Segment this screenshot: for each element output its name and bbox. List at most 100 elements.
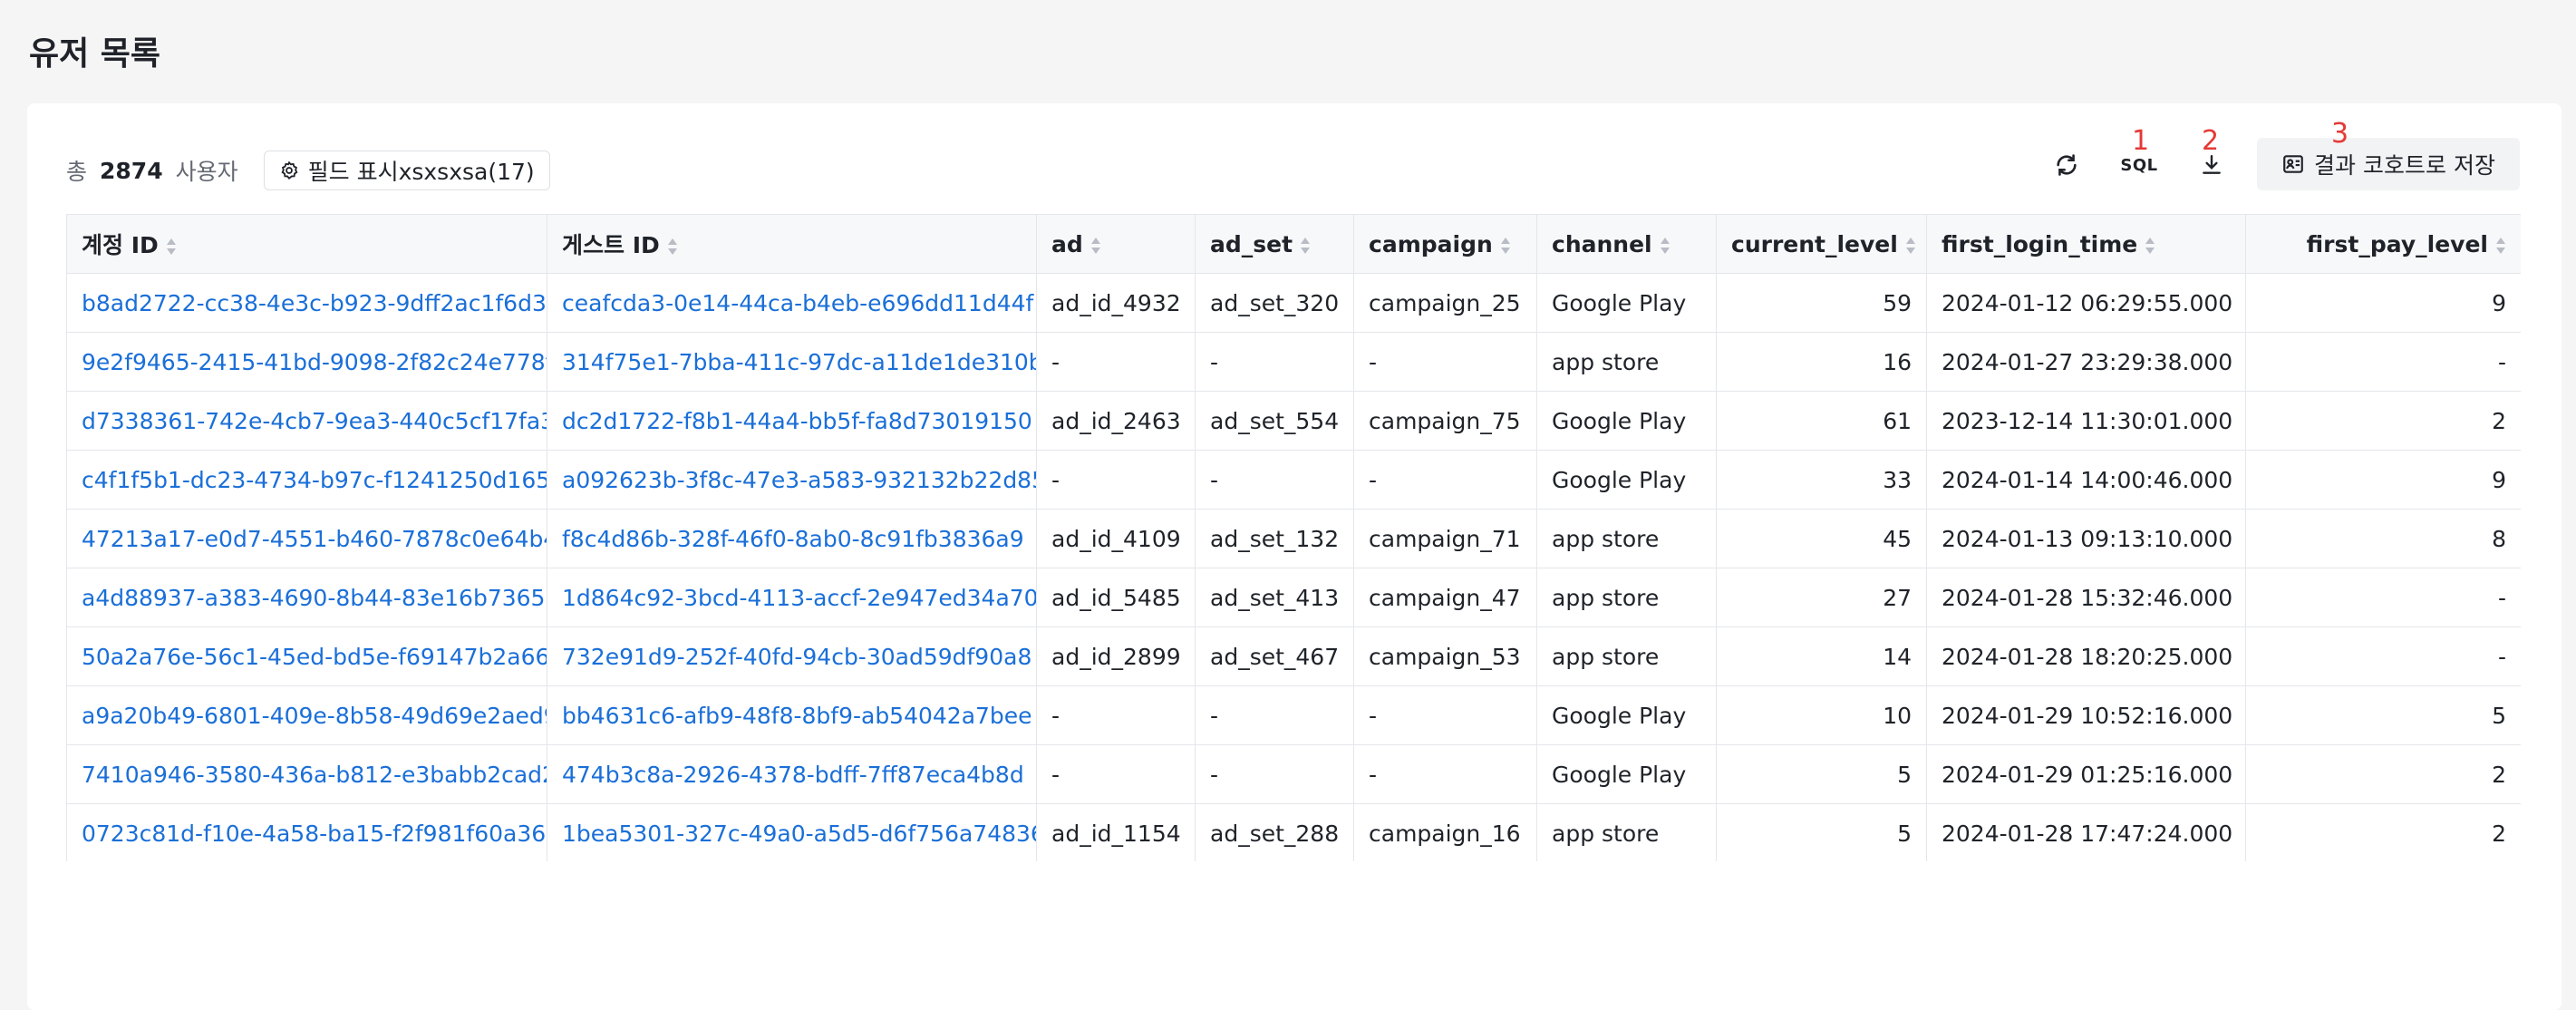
table-cell: 61 (1716, 391, 1927, 451)
guest-id-link[interactable]: 732e91d9-252f-40fd-94cb-30ad59df90a8 (547, 626, 1037, 686)
guest-id-link[interactable]: 474b3c8a-2926-4378-bdff-7ff87eca4b8d (547, 744, 1037, 804)
account-id-link[interactable]: a9a20b49-6801-409e-8b58-49d69e2aed98 (66, 685, 547, 745)
save-as-cohort-button[interactable]: 3 결과 코호트로 저장 (2257, 118, 2520, 190)
table-cell: - (2245, 626, 2521, 686)
table-cell: ad_set_132 (1195, 509, 1354, 568)
sql-button[interactable]: 1 SQL (2114, 125, 2164, 190)
summary-bar: 총 2874 사용자 필드 표시xsxsxsa(17) (66, 143, 550, 198)
table-row: 7410a946-3580-436a-b812-e3babb2cad29 474b… (66, 744, 2521, 804)
table-cell: 59 (1716, 273, 1927, 333)
table-cell: campaign_25 (1353, 273, 1537, 333)
account-id-link[interactable]: 7410a946-3580-436a-b812-e3babb2cad29 (66, 744, 547, 804)
table-cell: 2024-01-12 06:29:55.000 (1926, 273, 2246, 333)
page-title: 유저 목록 (29, 35, 161, 73)
sort-icon[interactable] (2495, 237, 2506, 255)
user-table: 계정 ID 게스트 ID ad ad_set campaign channel curren… (66, 214, 2521, 861)
table-row: 9e2f9465-2415-41bd-9098-2f82c24e778f 314f… (66, 332, 2521, 392)
table-cell: - (1353, 332, 1537, 392)
refresh-button[interactable] (2041, 140, 2092, 190)
table-cell: - (1036, 685, 1196, 745)
sort-icon[interactable] (1905, 237, 1916, 255)
column-header[interactable]: first_pay_level (2245, 214, 2521, 274)
column-header[interactable]: channel (1536, 214, 1717, 274)
annotation-marker-2: 2 (2202, 125, 2220, 157)
table-cell: 2 (2245, 744, 2521, 804)
table-cell: - (1353, 685, 1537, 745)
gear-icon (281, 160, 298, 180)
column-header[interactable]: 게스트 ID (547, 214, 1037, 274)
table-cell: 5 (2245, 685, 2521, 745)
table-row: 47213a17-e0d7-4551-b460-7878c0e64b4c f8c4… (66, 509, 2521, 568)
table-cell: 2024-01-28 15:32:46.000 (1926, 568, 2246, 627)
sql-icon: SQL (2120, 155, 2158, 175)
column-header[interactable]: 계정 ID (66, 214, 547, 274)
table-cell: 2024-01-14 14:00:46.000 (1926, 450, 2246, 510)
field-display-button[interactable]: 필드 표시xsxsxsa(17) (263, 151, 550, 190)
table-cell: - (1195, 744, 1354, 804)
column-header-label: current_level (1731, 230, 1898, 257)
sort-icon[interactable] (166, 238, 177, 256)
guest-id-link[interactable]: dc2d1722-f8b1-44a4-bb5f-fa8d73019150 (547, 391, 1037, 451)
column-header[interactable]: first_login_time (1926, 214, 2246, 274)
guest-id-link[interactable]: 314f75e1-7bba-411c-97dc-a11de1de310b (547, 332, 1037, 392)
sort-icon[interactable] (2145, 237, 2155, 255)
table-cell: campaign_16 (1353, 803, 1537, 861)
account-id-link[interactable]: b8ad2722-cc38-4e3c-b923-9dff2ac1f6d3 (66, 273, 547, 333)
table-body: b8ad2722-cc38-4e3c-b923-9dff2ac1f6d3 ceaf… (66, 273, 2521, 861)
guest-id-link[interactable]: 1d864c92-3bcd-4113-accf-2e947ed34a70 (547, 568, 1037, 627)
table-cell: campaign_71 (1353, 509, 1537, 568)
account-id-link[interactable]: 50a2a76e-56c1-45ed-bd5e-f69147b2a665 (66, 626, 547, 686)
table-cell: - (1353, 450, 1537, 510)
guest-id-link[interactable]: bb4631c6-afb9-48f8-8bf9-ab54042a7bee (547, 685, 1037, 745)
table-row: b8ad2722-cc38-4e3c-b923-9dff2ac1f6d3 ceaf… (66, 273, 2521, 333)
table-cell: - (2245, 568, 2521, 627)
table-cell: Google Play (1536, 273, 1717, 333)
table-cell: campaign_47 (1353, 568, 1537, 627)
table-cell: app store (1536, 568, 1717, 627)
account-id-link[interactable]: a4d88937-a383-4690-8b44-83e16b736503 (66, 568, 547, 627)
table-cell: 5 (1716, 803, 1927, 861)
account-id-link[interactable]: c4f1f5b1-dc23-4734-b97c-f1241250d165 (66, 450, 547, 510)
sort-icon[interactable] (667, 238, 678, 256)
column-header-label: first_pay_level (2306, 230, 2488, 257)
account-id-link[interactable]: 0723c81d-f10e-4a58-ba15-f2f981f60a36 (66, 803, 547, 861)
user-list-card: 총 2874 사용자 필드 표시xsxsxsa(17) 1 SQL 2 3 결과… (27, 103, 2561, 1010)
table-cell: 2023-12-14 11:30:01.000 (1926, 391, 2246, 451)
column-header[interactable]: ad_set (1195, 214, 1354, 274)
table-cell: ad_set_288 (1195, 803, 1354, 861)
table-cell: 2024-01-28 17:47:24.000 (1926, 803, 2246, 861)
total-count: 2874 (100, 157, 163, 184)
sort-icon[interactable] (1500, 237, 1511, 255)
table-cell: campaign_75 (1353, 391, 1537, 451)
guest-id-link[interactable]: a092623b-3f8c-47e3-a583-932132b22d85 (547, 450, 1037, 510)
download-button[interactable]: 2 (2186, 125, 2237, 190)
user-table-container[interactable]: 계정 ID 게스트 ID ad ad_set campaign channel curren… (66, 214, 2521, 861)
account-id-link[interactable]: d7338361-742e-4cb7-9ea3-440c5cf17fa3 (66, 391, 547, 451)
table-row: a9a20b49-6801-409e-8b58-49d69e2aed98 bb46… (66, 685, 2521, 745)
table-cell: 2 (2245, 803, 2521, 861)
cohort-card-icon (2283, 155, 2303, 173)
table-cell: - (1353, 744, 1537, 804)
column-header[interactable]: current_level (1716, 214, 1927, 274)
guest-id-link[interactable]: f8c4d86b-328f-46f0-8ab0-8c91fb3836a9 (547, 509, 1037, 568)
account-id-link[interactable]: 9e2f9465-2415-41bd-9098-2f82c24e778f (66, 332, 547, 392)
sort-icon[interactable] (1660, 237, 1671, 255)
column-header[interactable]: ad (1036, 214, 1196, 274)
sort-icon[interactable] (1090, 237, 1101, 255)
table-cell: ad_id_4932 (1036, 273, 1196, 333)
column-header-label: 게스트 ID (562, 232, 660, 258)
table-cell: 2024-01-27 23:29:38.000 (1926, 332, 2246, 392)
column-header[interactable]: campaign (1353, 214, 1537, 274)
account-id-link[interactable]: 47213a17-e0d7-4551-b460-7878c0e64b4c (66, 509, 547, 568)
field-display-label: 필드 표시xsxsxsa(17) (307, 159, 535, 185)
table-cell: 5 (1716, 744, 1927, 804)
table-cell: 27 (1716, 568, 1927, 627)
guest-id-link[interactable]: ceafcda3-0e14-44ca-b4eb-e696dd11d44f (547, 273, 1037, 333)
sort-icon[interactable] (1300, 237, 1311, 255)
guest-id-link[interactable]: 1bea5301-327c-49a0-a5d5-d6f756a74836 (547, 803, 1037, 861)
table-cell: ad_id_5485 (1036, 568, 1196, 627)
table-header-row: 계정 ID 게스트 ID ad ad_set campaign channel curren… (66, 214, 2521, 274)
table-cell: ad_set_413 (1195, 568, 1354, 627)
total-suffix: 사용자 (175, 159, 238, 185)
table-cell: ad_id_2463 (1036, 391, 1196, 451)
